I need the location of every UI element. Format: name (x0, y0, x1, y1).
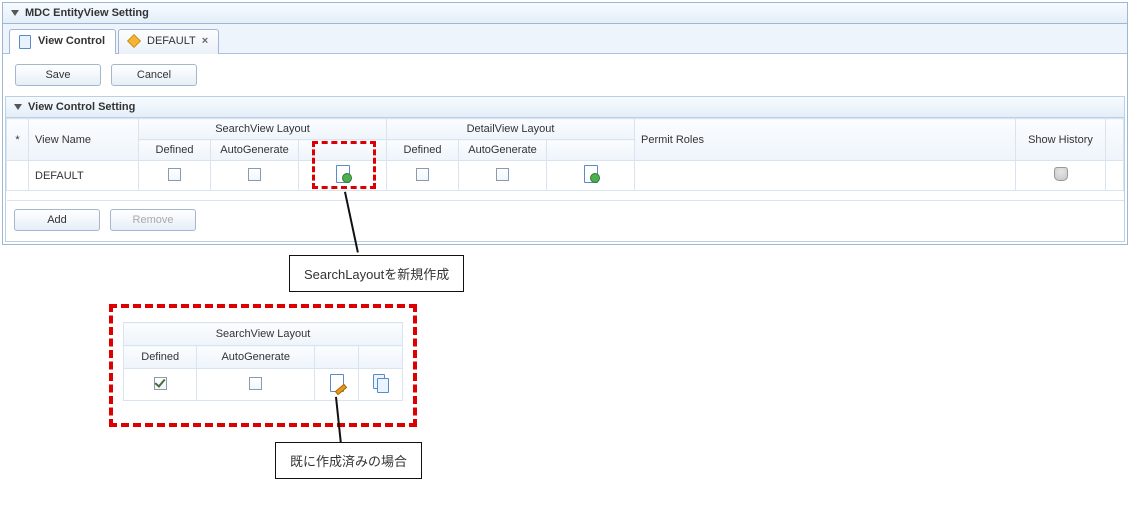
checkbox[interactable] (249, 377, 262, 390)
cell-show-history (1016, 161, 1106, 191)
save-button[interactable]: Save (15, 64, 101, 86)
inset-existing-layout: SearchView Layout Defined AutoGenerate (109, 304, 417, 427)
col-search-action (299, 140, 387, 161)
inset-grid: SearchView Layout Defined AutoGenerate (123, 322, 403, 401)
main-panel-header[interactable]: MDC EntityView Setting (3, 3, 1127, 24)
tab-bar: View Control DEFAULT × (3, 24, 1127, 54)
checkbox-checked[interactable] (154, 377, 167, 390)
col-search-defined: Defined (139, 140, 211, 161)
col-scroll-spacer (1106, 119, 1124, 161)
col-view-name: View Name (29, 119, 139, 161)
view-control-grid: * View Name SearchView Layout DetailView… (6, 118, 1124, 201)
section-header[interactable]: View Control Setting (6, 97, 1124, 118)
remove-button[interactable]: Remove (110, 209, 196, 231)
checkbox[interactable] (248, 168, 261, 181)
col-searchview-layout: SearchView Layout (139, 119, 387, 140)
cell-search-action (299, 161, 387, 191)
col-search-autogen: AutoGenerate (211, 140, 299, 161)
toolbar: Save Cancel (3, 54, 1127, 96)
document-new-icon[interactable] (583, 165, 599, 183)
col-detail-action (547, 140, 635, 161)
col-row-marker: * (7, 119, 29, 161)
inset-col-defined: Defined (124, 346, 197, 369)
row-marker (7, 161, 29, 191)
col-detail-defined: Defined (387, 140, 459, 161)
callout-new-search-layout: SearchLayoutを新規作成 (289, 255, 464, 292)
chevron-down-icon (11, 10, 19, 16)
main-panel: MDC EntityView Setting View Control DEFA… (2, 2, 1128, 245)
document-new-icon[interactable] (335, 165, 351, 183)
inset-row (124, 369, 403, 401)
panel-title: MDC EntityView Setting (25, 7, 149, 19)
cell-spacer (1106, 161, 1124, 191)
inset-col-autogen: AutoGenerate (197, 346, 315, 369)
table-row[interactable]: DEFAULT (7, 161, 1124, 191)
tab-view-control[interactable]: View Control (9, 29, 116, 54)
col-detail-autogen: AutoGenerate (459, 140, 547, 161)
cell-view-name: DEFAULT (29, 161, 139, 191)
col-show-history: Show History (1016, 119, 1106, 161)
database-icon[interactable] (1054, 167, 1068, 181)
inset-col-edit (315, 346, 359, 369)
cell-detail-autogen (459, 161, 547, 191)
checkbox[interactable] (168, 168, 181, 181)
callout-existing-layout: 既に作成済みの場合 (275, 442, 422, 479)
callout-text: 既に作成済みの場合 (290, 454, 407, 469)
cancel-button[interactable]: Cancel (111, 64, 197, 86)
col-detailview-layout: DetailView Layout (387, 119, 635, 140)
add-button[interactable]: Add (14, 209, 100, 231)
grid-toolbar: Add Remove (6, 201, 1124, 241)
cube-icon (127, 34, 141, 48)
close-icon[interactable]: × (202, 35, 208, 47)
document-copy-icon[interactable] (373, 374, 389, 392)
checkbox[interactable] (416, 168, 429, 181)
cell-permit-roles[interactable] (635, 161, 1016, 191)
tab-label: View Control (38, 35, 105, 47)
tab-default[interactable]: DEFAULT × (118, 29, 219, 54)
cell-detail-defined (387, 161, 459, 191)
col-permit-roles: Permit Roles (635, 119, 1016, 161)
page-icon (18, 34, 32, 48)
table-row-empty (7, 191, 1124, 201)
cell-detail-action (547, 161, 635, 191)
chevron-down-icon (14, 104, 22, 110)
inset-col-copy (359, 346, 403, 369)
inset-header: SearchView Layout (124, 323, 403, 346)
cell-search-defined (139, 161, 211, 191)
callout-text: SearchLayoutを新規作成 (304, 267, 449, 282)
cell-search-autogen (211, 161, 299, 191)
tab-label: DEFAULT (147, 35, 196, 47)
view-control-section: View Control Setting * View Name (5, 96, 1125, 242)
document-edit-icon[interactable] (329, 374, 345, 392)
section-title: View Control Setting (28, 101, 135, 113)
checkbox[interactable] (496, 168, 509, 181)
